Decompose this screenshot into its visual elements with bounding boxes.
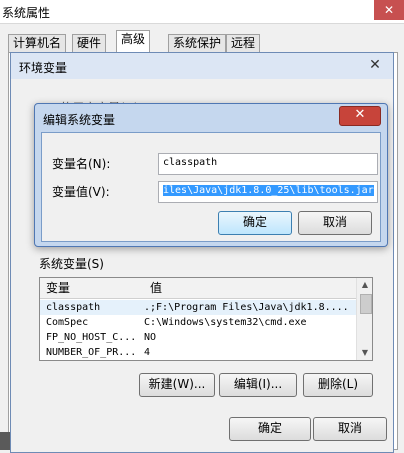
variable-value-field[interactable]: iles\Java\jdk1.8.0_25\lib\tools.jar — [158, 181, 378, 203]
edit-dialog-body: 变量名(N): classpath 变量值(V): iles\Java\jdk1… — [41, 132, 381, 242]
ok-button[interactable]: 确定 — [229, 417, 311, 441]
edit-dialog-titlebar: 编辑系统变量 ✕ — [35, 104, 387, 130]
row-value: 4 — [144, 347, 151, 358]
edit-dialog-title: 编辑系统变量 — [43, 113, 116, 127]
table-scrollbar[interactable]: ▲ ▼ — [356, 278, 372, 360]
edit-variable-button[interactable]: 编辑(I)... — [219, 373, 297, 397]
close-icon[interactable]: ✕ — [374, 0, 404, 20]
row-value: NO — [144, 332, 157, 343]
table-row[interactable]: NUMBER_OF_PR... 4 — [40, 345, 356, 360]
delete-variable-button[interactable]: 删除(L) — [303, 373, 373, 397]
table-row[interactable]: ComSpec C:\Windows\system32\cmd.exe — [40, 315, 356, 330]
scrollbar-thumb[interactable] — [360, 294, 372, 314]
tab-advanced[interactable]: 高级 — [116, 30, 151, 53]
new-variable-button[interactable]: 新建(W)... — [139, 373, 215, 397]
row-variable: classpath — [46, 302, 101, 313]
close-icon[interactable]: ✕ — [339, 106, 381, 126]
edit-system-variable-dialog: 编辑系统变量 ✕ 变量名(N): classpath 变量值(V): iles\… — [34, 103, 388, 247]
row-variable: FP_NO_HOST_C... — [46, 332, 136, 343]
scroll-up-icon[interactable]: ▲ — [357, 278, 372, 292]
tab-computer-name[interactable]: 计算机名 — [8, 34, 67, 53]
tab-hardware[interactable]: 硬件 — [72, 34, 107, 53]
tab-system-protection[interactable]: 系统保护 — [168, 34, 227, 53]
edit-ok-button[interactable]: 确定 — [218, 211, 292, 235]
scroll-down-icon[interactable]: ▼ — [357, 346, 372, 360]
variable-value-label: 变量值(V): — [52, 185, 110, 199]
row-value: C:\Windows\system32\cmd.exe — [144, 317, 307, 328]
system-variables-label: 系统变量(S) — [39, 257, 104, 271]
environment-variables-titlebar: 环境变量 ✕ — [11, 53, 393, 79]
system-properties-title: 系统属性 — [2, 6, 51, 20]
variable-value-selected-text: iles\Java\jdk1.8.0_25\lib\tools.jar — [163, 185, 374, 196]
cancel-button[interactable]: 取消 — [313, 417, 387, 441]
table-row[interactable]: classpath .;F:\Program Files\Java\jdk1.8… — [40, 300, 356, 315]
table-row[interactable]: FP_NO_HOST_C... NO — [40, 330, 356, 345]
row-value: .;F:\Program Files\Java\jdk1.8.... — [144, 302, 349, 313]
tab-remote[interactable]: 远程 — [226, 34, 261, 53]
close-icon[interactable]: ✕ — [361, 56, 389, 74]
edit-cancel-button[interactable]: 取消 — [298, 211, 372, 235]
system-variables-table[interactable]: 变量 值 classpath .;F:\Program Files\Java\j… — [39, 277, 373, 361]
column-header-variable[interactable]: 变量 — [40, 278, 151, 299]
variable-name-label: 变量名(N): — [52, 157, 111, 171]
window-edge — [0, 432, 10, 450]
system-properties-titlebar: 系统属性 ✕ — [0, 0, 404, 24]
variable-name-field[interactable]: classpath — [158, 153, 378, 175]
environment-variables-title: 环境变量 — [19, 61, 68, 75]
row-variable: ComSpec — [46, 317, 89, 328]
system-properties-tabs: 计算机名 硬件 高级 系统保护 远程 — [8, 30, 308, 53]
row-variable: NUMBER_OF_PR... — [46, 347, 136, 358]
column-header-value[interactable]: 值 — [144, 278, 363, 299]
